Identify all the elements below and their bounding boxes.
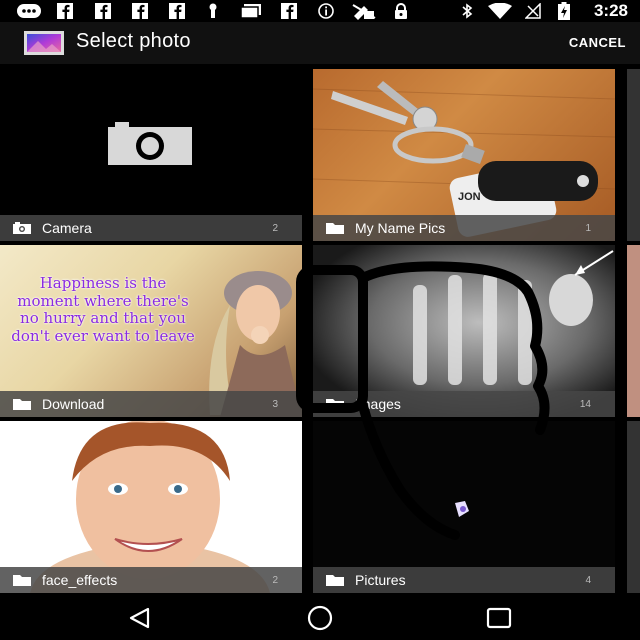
- album-caption: Images 14: [313, 391, 615, 417]
- album-tile-partial[interactable]: [627, 69, 640, 241]
- gallery-icon: [240, 3, 262, 19]
- usb-icon: [205, 3, 221, 19]
- album-grid: Camera 2 JON My Name Pics 1 Happiness is…: [0, 64, 640, 594]
- home-icon[interactable]: [300, 604, 340, 632]
- recents-icon[interactable]: [479, 604, 519, 632]
- album-caption: My Name Pics 1: [313, 215, 615, 241]
- album-caption: Pictures 4: [313, 567, 615, 593]
- no-signal-icon: [524, 3, 542, 19]
- gallery-app-icon[interactable]: [22, 29, 66, 57]
- folder-icon: [326, 223, 344, 234]
- album-tile-partial[interactable]: [627, 245, 640, 417]
- album-count: 14: [579, 398, 591, 410]
- camera-thumbnail-icon: [108, 122, 192, 165]
- info-icon: [317, 3, 335, 19]
- album-tile-partial[interactable]: [627, 421, 640, 593]
- album-name: My Name Pics: [355, 220, 446, 236]
- no-sim-icon: [350, 3, 378, 20]
- navigation-bar: [0, 596, 640, 640]
- status-bar: 3:28: [0, 0, 640, 22]
- album-count: 2: [272, 222, 278, 234]
- album-tile-camera[interactable]: Camera 2: [0, 69, 302, 241]
- back-icon[interactable]: [120, 604, 160, 632]
- status-time: 3:28: [593, 1, 628, 20]
- page-title: Select photo: [76, 30, 191, 52]
- folder-icon: [326, 399, 344, 410]
- folder-icon: [326, 575, 344, 586]
- album-tile-my-name-pics[interactable]: JON My Name Pics 1: [313, 69, 615, 241]
- album-caption: Download 3: [0, 391, 302, 417]
- message-icon: [16, 3, 42, 19]
- facebook-icon: [94, 3, 112, 19]
- facebook-icon: [280, 3, 298, 19]
- facebook-icon: [56, 3, 74, 19]
- wifi-icon: [486, 3, 514, 19]
- album-count: 4: [585, 574, 591, 586]
- action-bar: Select photo CANCEL: [0, 22, 640, 64]
- album-tile-face-effects[interactable]: face_effects 2: [0, 421, 302, 593]
- album-tile-images[interactable]: Images 14: [313, 245, 615, 417]
- album-caption: Camera 2: [0, 215, 302, 241]
- album-count: 3: [272, 398, 278, 410]
- album-name: Pictures: [355, 572, 406, 588]
- album-tile-pictures[interactable]: Pictures 4: [313, 421, 615, 593]
- keytag-text: JON: [458, 191, 481, 203]
- album-tile-download[interactable]: Happiness is the moment where there's no…: [0, 245, 302, 417]
- facebook-icon: [131, 3, 149, 19]
- facebook-icon: [168, 3, 186, 19]
- pictures-thumbnail: [455, 501, 469, 517]
- album-name: Camera: [42, 220, 92, 236]
- folder-icon: [13, 575, 31, 586]
- camera-icon: [13, 222, 31, 234]
- cancel-button[interactable]: CANCEL: [569, 35, 626, 50]
- album-name: Download: [42, 396, 105, 412]
- folder-icon: [13, 399, 31, 410]
- album-name: face_effects: [42, 572, 118, 588]
- album-count: 1: [585, 222, 591, 234]
- lock-icon: [392, 3, 410, 19]
- bluetooth-icon: [460, 3, 474, 19]
- album-count: 2: [272, 574, 278, 586]
- battery-charging-icon: [556, 2, 572, 20]
- album-caption: face_effects 2: [0, 567, 302, 593]
- quote-text: Happiness is the moment where there's no…: [11, 274, 195, 345]
- album-name: Images: [355, 396, 401, 412]
